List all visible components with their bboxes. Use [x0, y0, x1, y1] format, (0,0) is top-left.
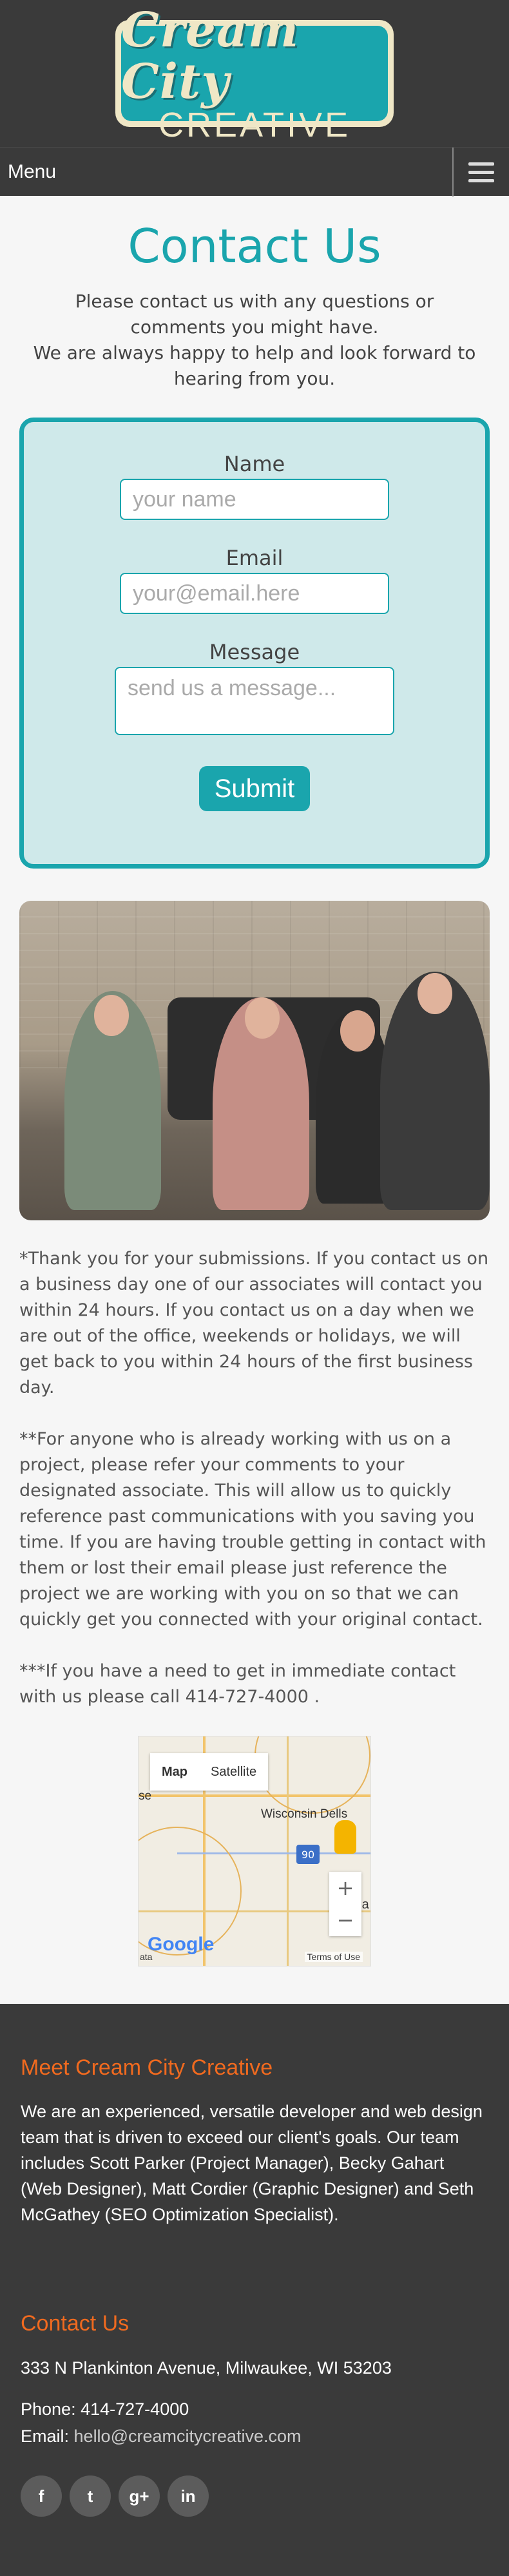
contact-notes: *Thank you for your submissions. If you …	[19, 1246, 490, 1710]
submit-button[interactable]: Submit	[199, 766, 310, 811]
main-content: Contact Us Please contact us with any qu…	[0, 215, 509, 1966]
map-type-map-button[interactable]: Map	[150, 1753, 199, 1791]
phone-link[interactable]: 414-727-4000	[81, 2399, 189, 2419]
note-paragraph: *Thank you for your submissions. If you …	[19, 1249, 489, 1398]
pegman-icon[interactable]	[334, 1820, 356, 1854]
hamburger-menu-icon[interactable]	[452, 148, 509, 197]
name-input[interactable]: your name	[120, 479, 389, 520]
nav-bar: Menu	[0, 147, 509, 197]
map-edge-label: se	[139, 1789, 152, 1803]
intro-line: We are always happy to help and look for…	[33, 342, 476, 389]
email-line: Email: hello@creamcitycreative.com	[21, 2423, 488, 2450]
message-label: Message	[209, 640, 300, 664]
page-title: Contact Us	[128, 219, 381, 273]
email-label: Email:	[21, 2427, 70, 2446]
hamburger-bar	[468, 162, 494, 166]
team-member-head	[340, 1010, 375, 1052]
intro-line: Please contact us with any questions or …	[75, 291, 434, 338]
footer-contact: Contact Us 333 N Plankinton Avenue, Milw…	[21, 2311, 488, 2517]
zoom-in-button[interactable]: +	[329, 1872, 361, 1904]
facebook-icon[interactable]: f	[21, 2475, 62, 2517]
email-link[interactable]: hello@creamcitycreative.com	[74, 2427, 302, 2446]
map-place-label: Wisconsin Dells	[261, 1807, 348, 1821]
team-photo	[19, 901, 490, 1220]
email-label: Email	[226, 546, 283, 570]
hamburger-bar	[468, 178, 494, 182]
zoom-control: + −	[329, 1872, 361, 1936]
map-type-satellite-button[interactable]: Satellite	[199, 1753, 268, 1791]
contact-form: Name your name Email your@email.here Mes…	[19, 418, 490, 869]
menu-label[interactable]: Menu	[0, 161, 56, 183]
phone-label: Phone:	[21, 2399, 76, 2419]
team-member-head	[245, 997, 280, 1039]
map-terms-link[interactable]: Terms of Use	[304, 1952, 363, 1962]
team-member-head	[94, 995, 129, 1036]
about-text: We are an experienced, versatile develop…	[21, 2102, 483, 2224]
logo-text-top: Cream City	[121, 3, 300, 110]
social-links: f t g+ in	[21, 2475, 488, 2517]
site-logo[interactable]: Cream City CREATIVE	[115, 5, 394, 142]
logo-badge: Cream City CREATIVE	[121, 5, 388, 142]
logo-text-bottom: CREATIVE	[158, 106, 351, 144]
interstate-shield-icon: 90	[296, 1845, 320, 1864]
phone-line: Phone: 414-727-4000	[21, 2396, 488, 2423]
contact-heading: Contact Us	[21, 2311, 130, 2336]
note-paragraph: **For anyone who is already working with…	[19, 1429, 486, 1629]
google-logo: Google	[148, 1934, 215, 1955]
google-plus-icon[interactable]: g+	[119, 2475, 160, 2517]
about-heading: Meet Cream City Creative	[21, 2055, 273, 2080]
site-footer: Meet Cream City Creative We are an exper…	[0, 2004, 509, 2576]
intro-text: Please contact us with any questions or …	[19, 289, 490, 392]
twitter-icon[interactable]: t	[70, 2475, 111, 2517]
linkedin-icon[interactable]: in	[168, 2475, 209, 2517]
hamburger-bar	[468, 170, 494, 174]
team-member-head	[418, 973, 452, 1014]
google-map[interactable]: Map Satellite se Wisconsin Dells 90 Ma +…	[138, 1736, 371, 1966]
map-type-control: Map Satellite	[150, 1753, 269, 1791]
site-header: Cream City CREATIVE	[0, 0, 509, 147]
message-textarea[interactable]: send us a message...	[115, 667, 394, 735]
address: 333 N Plankinton Avenue, Milwaukee, WI 5…	[21, 2358, 392, 2378]
name-label: Name	[224, 452, 285, 476]
zoom-out-button[interactable]: −	[329, 1904, 361, 1936]
note-paragraph: ***If you have a need to get in immediat…	[19, 1661, 456, 1707]
map-contour	[254, 1736, 370, 1814]
email-input[interactable]: your@email.here	[120, 573, 389, 614]
